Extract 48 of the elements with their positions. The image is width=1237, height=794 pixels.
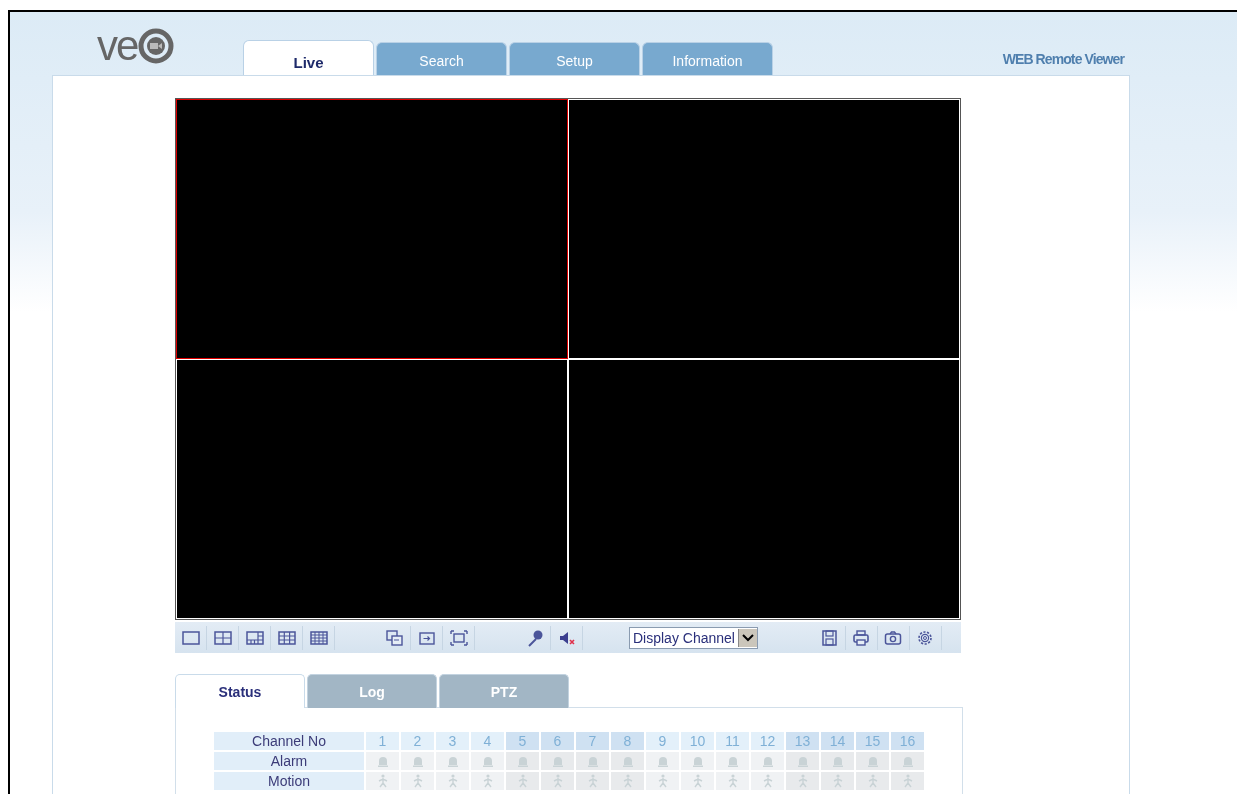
nav-tab[interactable]: Live: [243, 40, 374, 75]
alarm-icon: [550, 754, 565, 768]
row-label: Alarm: [214, 752, 364, 770]
alarm-icon: [480, 754, 495, 768]
channel-number: 12: [751, 732, 784, 750]
channel-number: 16: [891, 732, 924, 750]
channel-number: 2: [401, 732, 434, 750]
nav-tab[interactable]: Search: [376, 42, 507, 75]
alarm-icon: [830, 754, 845, 768]
panel-tab[interactable]: Log: [307, 674, 437, 708]
video-tile[interactable]: [176, 99, 568, 359]
channel-number: 3: [436, 732, 469, 750]
alarm-icon: [725, 754, 740, 768]
channel-number: 8: [611, 732, 644, 750]
alarm-icon: [375, 754, 390, 768]
channel-number: 4: [471, 732, 504, 750]
channel-number: 10: [681, 732, 714, 750]
alarm-icon: [865, 754, 880, 768]
channel-number: 7: [576, 732, 609, 750]
alarm-icon: [445, 754, 460, 768]
channel-number: 5: [506, 732, 539, 750]
nav-tab[interactable]: Setup: [509, 42, 640, 75]
channel-number: 15: [856, 732, 889, 750]
channel-number: 6: [541, 732, 574, 750]
alarm-icon: [620, 754, 635, 768]
logo-text: ve: [97, 24, 138, 67]
alarm-icon: [760, 754, 775, 768]
panel-tab[interactable]: Status: [175, 674, 305, 708]
alarm-icon: [690, 754, 705, 768]
alarm-icon: [900, 754, 915, 768]
app-title: WEB Remote Viewer: [1002, 51, 1124, 69]
alarm-icon: [585, 754, 600, 768]
row-label: Motion: [214, 772, 364, 790]
channel-number: 14: [821, 732, 854, 750]
panel-tab[interactable]: PTZ: [439, 674, 569, 708]
nav-tab[interactable]: Information: [642, 42, 773, 75]
channel-number: 1: [366, 732, 399, 750]
logo-camera-icon: [138, 27, 175, 64]
table-header: Channel No: [214, 732, 364, 750]
alarm-icon: [410, 754, 425, 768]
alarm-icon: [655, 754, 670, 768]
alarm-icon: [795, 754, 810, 768]
channel-select[interactable]: Display Channel: [629, 626, 758, 649]
channel-number: 9: [646, 732, 679, 750]
channel-number: 11: [716, 732, 749, 750]
alarm-icon: [515, 754, 530, 768]
caret-icon: [737, 628, 757, 647]
channel-number: 13: [786, 732, 819, 750]
